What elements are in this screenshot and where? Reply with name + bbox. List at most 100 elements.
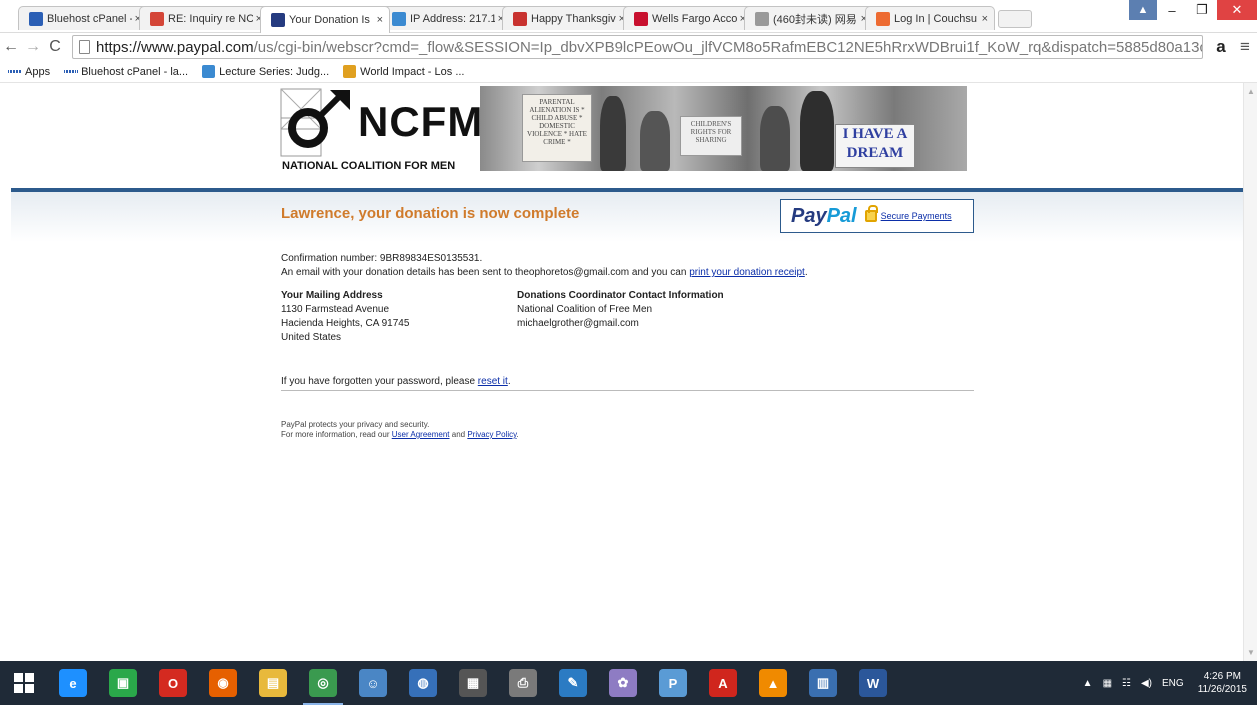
dictionary-icon: ▦ xyxy=(459,669,487,697)
forward-icon[interactable]: → xyxy=(22,38,44,56)
address-bar[interactable]: https://www.paypal.com /us/cgi-bin/websc… xyxy=(72,35,1203,59)
browser-tab-strip: Bluehost cPanel - × RE: Inquiry re NCI × Yo… xyxy=(0,0,1257,33)
protest-sign: PARENTAL ALIENATION IS * CHILD ABUSE * D… xyxy=(522,94,592,162)
file-explorer-icon: ▤ xyxy=(259,669,287,697)
page-scrollbar[interactable]: ▲ ▼ xyxy=(1243,83,1257,661)
url-path: /us/cgi-bin/webscr?cmd=_flow&SESSION=Ip_… xyxy=(253,38,1203,56)
new-tab-button[interactable] xyxy=(998,10,1032,28)
taskbar-app[interactable]: ▣ xyxy=(98,661,148,705)
email-notice-period: . xyxy=(804,267,808,278)
taskbar-app[interactable]: ◉ xyxy=(198,661,248,705)
scroll-down-icon[interactable]: ▼ xyxy=(1247,648,1255,657)
paypal-secure-badge: PayPal Secure Payments xyxy=(780,199,974,233)
bluehost-grid-icon xyxy=(64,65,78,78)
user-profile-icon[interactable]: ▲ xyxy=(1129,0,1157,20)
network-icon[interactable]: ▦ xyxy=(1103,678,1112,689)
page-icon xyxy=(755,11,769,26)
secure-payments-link[interactable]: Secure Payments xyxy=(881,211,952,221)
close-tab-icon[interactable]: × xyxy=(982,13,988,25)
back-icon[interactable]: ← xyxy=(0,38,22,56)
taskbar-app[interactable]: P xyxy=(648,661,698,705)
paint-icon: ✿ xyxy=(609,669,637,697)
lock-icon xyxy=(864,205,878,222)
minimize-button[interactable]: – xyxy=(1157,0,1187,20)
browser-tab[interactable]: Your Donation Is × xyxy=(260,6,390,33)
taskbar-app[interactable]: ◎ xyxy=(298,661,348,705)
tab-title: Bluehost cPanel - xyxy=(47,12,132,25)
taskbar-app[interactable]: W xyxy=(848,661,898,705)
protest-photo: PARENTAL ALIENATION IS * CHILD ABUSE * D… xyxy=(480,86,967,171)
opera-icon: O xyxy=(159,669,187,697)
paypal-icon xyxy=(271,13,285,27)
bookmark-item[interactable]: Bluehost cPanel - la... xyxy=(64,65,188,78)
print-receipt-link[interactable]: print your donation receipt xyxy=(689,267,805,278)
email-notice-text: An email with your donation details has … xyxy=(281,267,690,278)
close-window-button[interactable]: ✕ xyxy=(1217,0,1257,20)
taskbar-app[interactable]: ✎ xyxy=(548,661,598,705)
bookmark-label: Bluehost cPanel - la... xyxy=(81,65,189,78)
browser-tab[interactable]: (460封未读) 网易 × xyxy=(744,6,874,30)
clock-time: 4:26 PM xyxy=(1203,671,1241,682)
taskbar-app[interactable]: ▲ xyxy=(748,661,798,705)
taskbar-app[interactable]: e xyxy=(48,661,98,705)
page-content: NCFM NATIONAL COALITION FOR MEN PARENTAL… xyxy=(0,83,1243,661)
confirmation-number: Confirmation number: 9BR89834ES0135531. xyxy=(281,253,483,264)
privacy-text: . xyxy=(516,430,519,439)
reset-password-link[interactable]: reset it xyxy=(478,376,508,387)
show-hidden-icons-icon[interactable]: ▲ xyxy=(1083,678,1093,689)
taskbar-app[interactable]: ▥ xyxy=(798,661,848,705)
word-icon: W xyxy=(859,669,887,697)
wells-fargo-icon xyxy=(634,11,648,26)
coordinator-line: michaelgrother@gmail.com xyxy=(517,318,639,329)
protest-sign: I HAVE A DREAM xyxy=(835,124,915,168)
confirmation-block: Confirmation number: 9BR89834ES0135531. … xyxy=(281,252,808,280)
browser-tab[interactable]: RE: Inquiry re NCI × xyxy=(139,6,269,30)
amazon-extension-icon[interactable]: a xyxy=(1209,37,1233,57)
publisher-icon: P xyxy=(659,669,687,697)
scroll-up-icon[interactable]: ▲ xyxy=(1247,87,1255,96)
language-indicator[interactable]: ENG xyxy=(1162,678,1184,689)
taskbar-app[interactable]: ☺ xyxy=(348,661,398,705)
taskbar-apps: e ▣ O ◉ ▤ ◎ ☺ ◍ ▦ ⎙ ✎ ✿ P A ▲ ▥ W xyxy=(48,661,898,705)
bookmark-item[interactable]: World Impact - Los ... xyxy=(343,65,464,78)
browser-tab[interactable]: IP Address: 217.1 × xyxy=(381,6,511,30)
start-button[interactable] xyxy=(0,661,48,705)
tab-title: (460封未读) 网易 xyxy=(773,13,857,26)
store-icon: ▣ xyxy=(109,669,137,697)
bookmark-item[interactable]: Apps xyxy=(7,65,51,78)
restore-button[interactable]: ❐ xyxy=(1187,0,1217,20)
clock[interactable]: 4:26 PM 11/26/2015 xyxy=(1198,670,1247,696)
windows-taskbar: e ▣ O ◉ ▤ ◎ ☺ ◍ ▦ ⎙ ✎ ✿ P A ▲ ▥ W ▲ ▦ ☷ ◀) ENG 4:26 PM 1… xyxy=(0,661,1257,705)
bookmark-item[interactable]: Lecture Series: Judg... xyxy=(202,65,329,78)
globe-icon xyxy=(202,65,216,78)
browser-menu-icon[interactable]: ≡ xyxy=(1233,37,1257,57)
taskbar-app[interactable]: ⎙ xyxy=(498,661,548,705)
ncfm-banner: NCFM NATIONAL COALITION FOR MEN PARENTAL… xyxy=(280,86,967,174)
notes-icon: ✎ xyxy=(559,669,587,697)
coordinator-contact: Donations Coordinator Contact Informatio… xyxy=(517,289,817,331)
address-line: 1130 Farmstead Avenue xyxy=(281,304,390,315)
privacy-text: and xyxy=(449,430,468,439)
taskbar-app[interactable]: O xyxy=(148,661,198,705)
people-icon: ☺ xyxy=(359,669,387,697)
reload-icon[interactable]: C xyxy=(44,38,66,56)
wifi-icon[interactable]: ☷ xyxy=(1122,678,1131,689)
coordinator-heading: Donations Coordinator Contact Informatio… xyxy=(517,290,724,301)
taskbar-app[interactable]: ◍ xyxy=(398,661,448,705)
taskbar-app[interactable]: ▦ xyxy=(448,661,498,705)
ncfm-logo-text: NCFM xyxy=(358,98,484,145)
browser-tab[interactable]: Wells Fargo Acco × xyxy=(623,6,753,30)
close-tab-icon[interactable]: × xyxy=(377,14,383,26)
user-agreement-link[interactable]: User Agreement xyxy=(392,430,450,439)
browser-tab[interactable]: Bluehost cPanel - × xyxy=(18,6,148,30)
browser-tab[interactable]: Happy Thanksgiv × xyxy=(502,6,632,30)
taskbar-app[interactable]: ✿ xyxy=(598,661,648,705)
browser-tab[interactable]: Log In | Couchsu × xyxy=(865,6,995,30)
taskbar-app[interactable]: A xyxy=(698,661,748,705)
volume-icon[interactable]: ◀) xyxy=(1141,678,1152,689)
tab-title: RE: Inquiry re NCI xyxy=(168,12,253,25)
bookmark-label: World Impact - Los ... xyxy=(360,65,465,78)
taskbar-app[interactable]: ▤ xyxy=(248,661,298,705)
privacy-policy-link[interactable]: Privacy Policy xyxy=(467,430,516,439)
bookmark-label: Apps xyxy=(25,65,51,78)
